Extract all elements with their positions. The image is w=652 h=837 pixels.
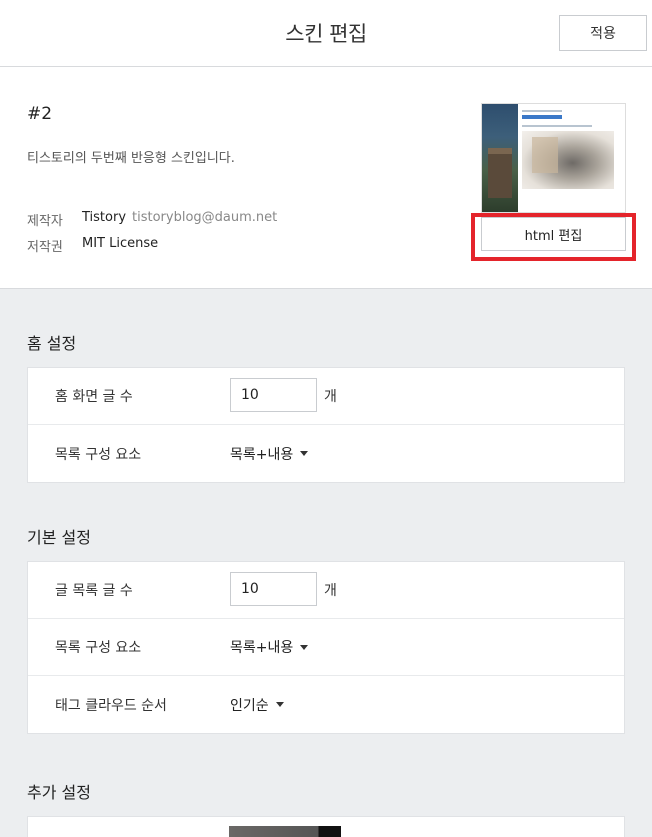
list-post-count-row: 글 목록 글 수 10 개: [28, 562, 624, 619]
author-row: 제작자 Tistory tistoryblog@daum.net: [27, 210, 277, 229]
thumbnail-cat-photo: [522, 131, 614, 189]
apply-button[interactable]: 적용: [559, 15, 647, 51]
author-label: 제작자: [27, 214, 63, 229]
skin-info-panel: #2 티스토리의 두번째 반응형 스킨입니다. 제작자 Tistory tist…: [0, 67, 652, 289]
skin-name: #2: [27, 104, 53, 124]
row-label: 글 목록 글 수: [55, 583, 133, 599]
caret-down-icon: [300, 644, 309, 650]
html-edit-button[interactable]: html 편집: [481, 217, 626, 251]
select-value: 인기순: [230, 697, 269, 714]
license-row: 저작권 MIT License: [27, 236, 158, 255]
select-value: 목록+내용: [230, 446, 294, 463]
list-post-count-input[interactable]: 10: [230, 572, 317, 606]
caret-down-icon: [300, 451, 309, 456]
home-settings-panel: 홈 화면 글 수 10 개 목록 구성 요소 목록+내용: [27, 367, 625, 483]
page-title: 스킨 편집: [285, 22, 367, 46]
home-post-count-input[interactable]: 10: [230, 378, 317, 412]
row-label: 목록 구성 요소: [55, 446, 142, 463]
list-component-select[interactable]: 목록+내용: [230, 637, 309, 657]
home-settings-title: 홈 설정: [27, 334, 77, 353]
tag-cloud-order-row: 태그 클라우드 순서 인기순: [28, 676, 624, 733]
row-label: 홈 화면 글 수: [55, 389, 133, 405]
home-post-count-row: 홈 화면 글 수 10 개: [28, 368, 624, 425]
author-email: tistoryblog@daum.net: [132, 210, 278, 225]
author-name: Tistory: [82, 210, 127, 225]
license-value: MIT License: [82, 236, 159, 251]
row-label: 목록 구성 요소: [55, 640, 142, 656]
list-component-row: 목록 구성 요소 목록+내용: [28, 619, 624, 676]
basic-settings-title: 기본 설정: [27, 528, 91, 547]
license-label: 저작권: [27, 240, 63, 255]
thumbnail-content: [522, 110, 622, 210]
home-list-component-row: 목록 구성 요소 목록+내용: [28, 425, 624, 482]
unit-label: 개: [324, 583, 337, 599]
top-bar: 스킨 편집 적용: [0, 0, 652, 67]
select-value: 목록+내용: [230, 640, 294, 656]
caret-down-icon: [275, 702, 284, 707]
unit-label: 개: [324, 389, 337, 405]
tag-cloud-order-select[interactable]: 인기순: [230, 695, 284, 715]
skin-description: 티스토리의 두번째 반응형 스킨입니다.: [27, 151, 235, 166]
home-list-component-select[interactable]: 목록+내용: [230, 444, 309, 464]
skin-thumbnail: [481, 103, 626, 213]
basic-settings-panel: 글 목록 글 수 10 개 목록 구성 요소 목록+내용 태그 클라우드 순서 …: [27, 561, 625, 734]
thumbnail-side-image: [482, 104, 518, 212]
row-label: 태그 클라우드 순서: [55, 697, 167, 714]
extra-settings-title: 추가 설정: [27, 783, 91, 802]
extra-settings-image: [229, 826, 341, 837]
